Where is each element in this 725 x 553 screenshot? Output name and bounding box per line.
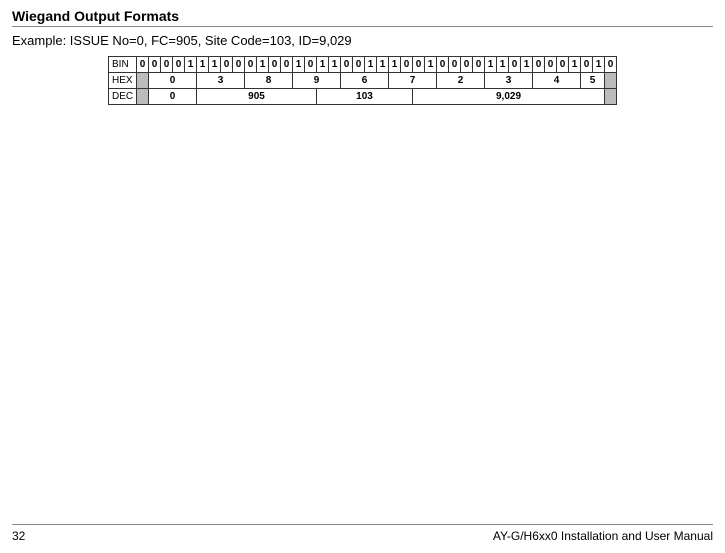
bin-cell: 0 bbox=[149, 57, 161, 73]
bin-cell: 0 bbox=[461, 57, 473, 73]
bin-cell: 0 bbox=[545, 57, 557, 73]
bin-cell: 1 bbox=[569, 57, 581, 73]
bin-cell: 0 bbox=[605, 57, 617, 73]
dec-cell: 103 bbox=[317, 89, 413, 105]
bin-cell: 0 bbox=[221, 57, 233, 73]
bin-cell: 1 bbox=[497, 57, 509, 73]
bin-cell: 1 bbox=[329, 57, 341, 73]
hex-cell: 4 bbox=[533, 73, 581, 89]
example-text: Example: ISSUE No=0, FC=905, Site Code=1… bbox=[12, 33, 713, 48]
hex-row: HEX 0 3 8 9 6 7 2 3 4 5 bbox=[109, 73, 617, 89]
bin-cell: 0 bbox=[305, 57, 317, 73]
gray-cell bbox=[137, 89, 149, 105]
hex-label: HEX bbox=[109, 73, 137, 89]
bin-cell: 0 bbox=[341, 57, 353, 73]
bin-cell: 1 bbox=[209, 57, 221, 73]
bin-cell: 0 bbox=[449, 57, 461, 73]
bin-cell: 0 bbox=[281, 57, 293, 73]
bin-cell: 0 bbox=[401, 57, 413, 73]
bin-cell: 1 bbox=[293, 57, 305, 73]
bin-cell: 1 bbox=[317, 57, 329, 73]
bin-cell: 1 bbox=[185, 57, 197, 73]
bin-cell: 0 bbox=[413, 57, 425, 73]
bin-cell: 0 bbox=[581, 57, 593, 73]
dec-cell: 9,029 bbox=[413, 89, 605, 105]
bin-cell: 0 bbox=[353, 57, 365, 73]
bin-label: BIN bbox=[109, 57, 137, 73]
bin-cell: 0 bbox=[173, 57, 185, 73]
wiegand-table: BIN 0 0 0 0 1 1 1 0 0 0 1 0 0 1 0 1 1 0 … bbox=[108, 56, 617, 105]
bin-cell: 1 bbox=[389, 57, 401, 73]
dec-cell: 0 bbox=[149, 89, 197, 105]
bin-cell: 0 bbox=[233, 57, 245, 73]
bin-cell: 0 bbox=[137, 57, 149, 73]
bin-cell: 1 bbox=[197, 57, 209, 73]
hex-cell: 5 bbox=[581, 73, 605, 89]
bin-row: BIN 0 0 0 0 1 1 1 0 0 0 1 0 0 1 0 1 1 0 … bbox=[109, 57, 617, 73]
bin-cell: 0 bbox=[437, 57, 449, 73]
hex-cell: 9 bbox=[293, 73, 341, 89]
bin-cell: 1 bbox=[425, 57, 437, 73]
page-number: 32 bbox=[12, 529, 25, 543]
bin-cell: 0 bbox=[533, 57, 545, 73]
hex-cell: 3 bbox=[485, 73, 533, 89]
bin-cell: 0 bbox=[269, 57, 281, 73]
hex-cell: 8 bbox=[245, 73, 293, 89]
bin-cell: 0 bbox=[557, 57, 569, 73]
page-header-title: Wiegand Output Formats bbox=[12, 8, 713, 27]
bin-cell: 1 bbox=[521, 57, 533, 73]
dec-label: DEC bbox=[109, 89, 137, 105]
hex-cell: 3 bbox=[197, 73, 245, 89]
hex-cell: 0 bbox=[149, 73, 197, 89]
bin-cell: 0 bbox=[509, 57, 521, 73]
dec-cell: 905 bbox=[197, 89, 317, 105]
bin-cell: 1 bbox=[365, 57, 377, 73]
table-container: BIN 0 0 0 0 1 1 1 0 0 0 1 0 0 1 0 1 1 0 … bbox=[12, 56, 713, 105]
hex-cell: 6 bbox=[341, 73, 389, 89]
gray-cell bbox=[605, 89, 617, 105]
bin-cell: 1 bbox=[593, 57, 605, 73]
bin-cell: 0 bbox=[473, 57, 485, 73]
bin-cell: 1 bbox=[257, 57, 269, 73]
dec-row: DEC 0 905 103 9,029 bbox=[109, 89, 617, 105]
manual-title: AY-G/H6xx0 Installation and User Manual bbox=[493, 529, 713, 543]
bin-cell: 0 bbox=[161, 57, 173, 73]
bin-cell: 1 bbox=[485, 57, 497, 73]
gray-cell bbox=[605, 73, 617, 89]
bin-cell: 0 bbox=[245, 57, 257, 73]
bin-cell: 1 bbox=[377, 57, 389, 73]
gray-cell bbox=[137, 73, 149, 89]
page-footer: 32 AY-G/H6xx0 Installation and User Manu… bbox=[12, 524, 713, 543]
hex-cell: 2 bbox=[437, 73, 485, 89]
hex-cell: 7 bbox=[389, 73, 437, 89]
